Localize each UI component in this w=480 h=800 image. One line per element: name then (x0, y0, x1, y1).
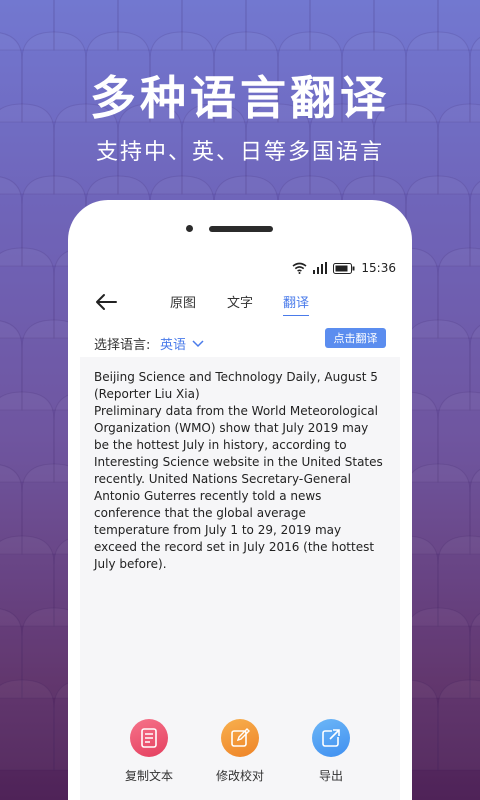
arrow-left-icon[interactable] (94, 292, 118, 312)
language-select[interactable]: 英语 (160, 334, 204, 353)
tab-text[interactable]: 文字 (227, 292, 253, 315)
copy-text-label: 复制文本 (124, 769, 173, 783)
app-screen: 15:36 原图 文字 翻译 选择语言: 英语 点击翻译 Beijing Sci… (80, 254, 400, 800)
translation-text: Beijing Science and Technology Daily, Au… (94, 369, 384, 573)
translation-panel: Beijing Science and Technology Daily, Au… (80, 357, 400, 800)
tab-original[interactable]: 原图 (170, 292, 196, 315)
export-icon (312, 719, 350, 757)
status-time: 15:36 (361, 261, 396, 275)
speaker-slot (209, 226, 273, 232)
banner-title: 多种语言翻译 (90, 71, 390, 125)
top-nav: 原图 文字 翻译 (80, 282, 400, 322)
language-label: 选择语言: (94, 338, 151, 353)
copy-text-button[interactable]: 复制文本 (109, 719, 189, 784)
translate-button[interactable]: 点击翻译 (325, 328, 386, 348)
export-label: 导出 (318, 769, 343, 783)
document-icon (130, 719, 168, 757)
language-selected: 英语 (160, 338, 187, 353)
chevron-down-icon (192, 339, 204, 347)
camera-dot (186, 225, 193, 232)
edit-proofread-label: 修改校对 (215, 769, 264, 783)
edit-proofread-button[interactable]: 修改校对 (200, 719, 280, 784)
edit-icon (221, 719, 259, 757)
phone-frame: 15:36 原图 文字 翻译 选择语言: 英语 点击翻译 Beijing Sci… (68, 200, 412, 800)
action-bar: 复制文本 修改校对 导出 (80, 719, 400, 799)
status-bar: 15:36 (292, 260, 396, 276)
wifi-icon (292, 262, 307, 274)
signal-icon (313, 262, 328, 274)
translation-paragraph: Beijing Science and Technology Daily, Au… (94, 370, 383, 571)
tab-translate[interactable]: 翻译 (283, 292, 310, 316)
banner-subtitle: 支持中、英、日等多国语言 (95, 140, 384, 165)
battery-icon (333, 262, 355, 274)
export-button[interactable]: 导出 (291, 719, 371, 784)
